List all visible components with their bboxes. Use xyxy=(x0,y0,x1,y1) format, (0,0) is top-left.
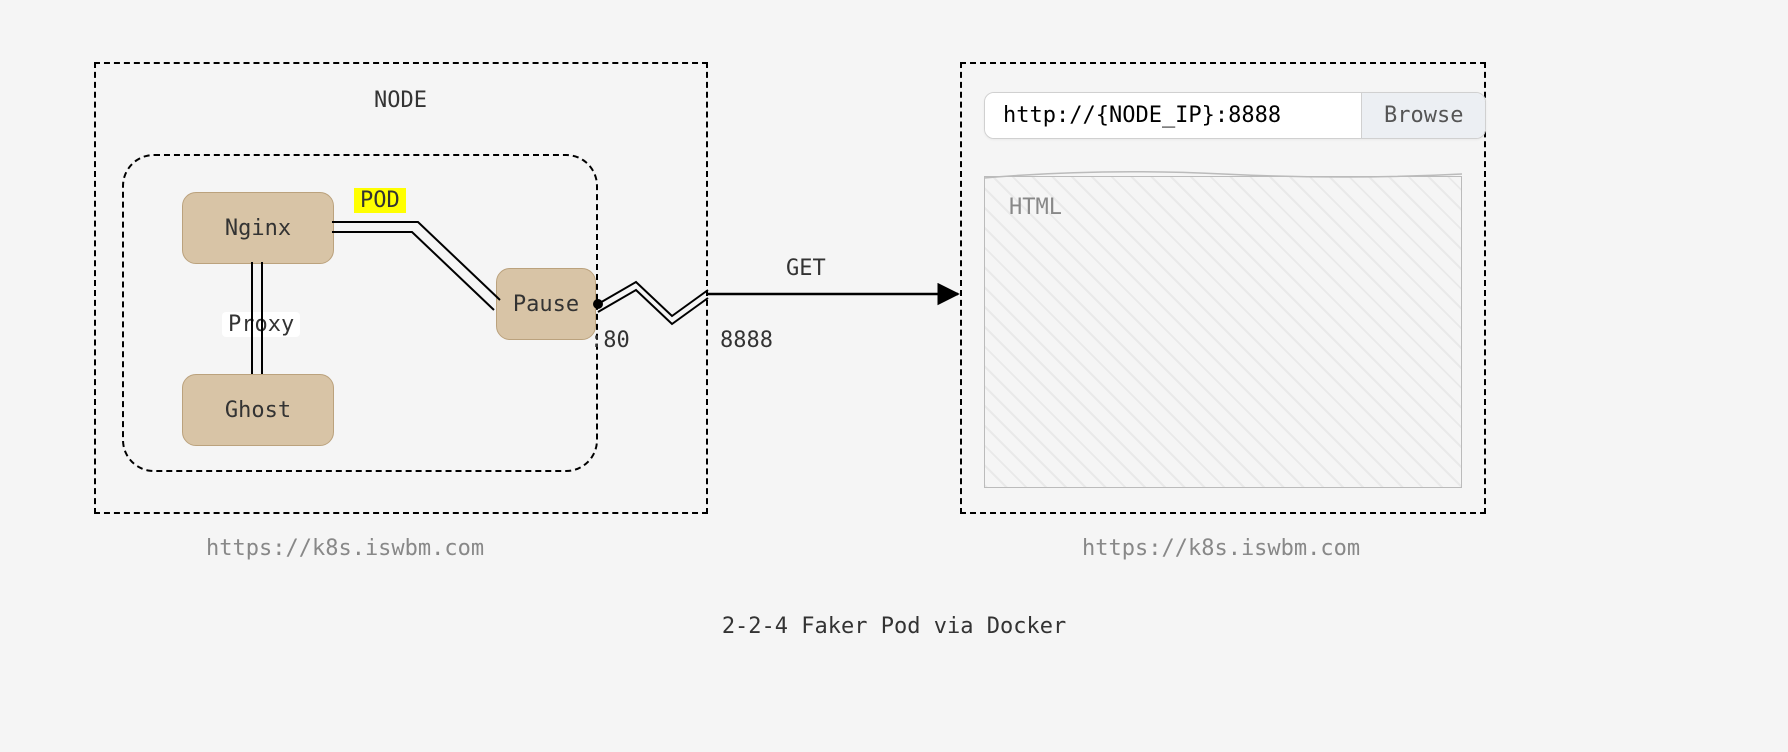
nginx-box: Nginx xyxy=(182,192,334,264)
port-inner: :80 xyxy=(590,328,630,353)
figure-title: 2-2-4 Faker Pod via Docker xyxy=(0,614,1788,639)
html-pane-label: HTML xyxy=(1009,195,1062,220)
caption-left: https://k8s.iswbm.com xyxy=(206,536,484,561)
node-label: NODE xyxy=(368,88,433,113)
pod-label: POD xyxy=(348,188,412,213)
ghost-box: Ghost xyxy=(182,374,334,446)
get-label: GET xyxy=(786,256,826,281)
url-input[interactable] xyxy=(985,93,1361,138)
url-bar: Browse xyxy=(984,92,1486,139)
port-outer: 8888 xyxy=(720,328,773,353)
browse-button[interactable]: Browse xyxy=(1361,93,1485,138)
caption-right: https://k8s.iswbm.com xyxy=(1082,536,1360,561)
pause-box: Pause xyxy=(496,268,596,340)
html-pane: HTML xyxy=(984,176,1462,488)
proxy-label: Proxy xyxy=(222,312,300,337)
